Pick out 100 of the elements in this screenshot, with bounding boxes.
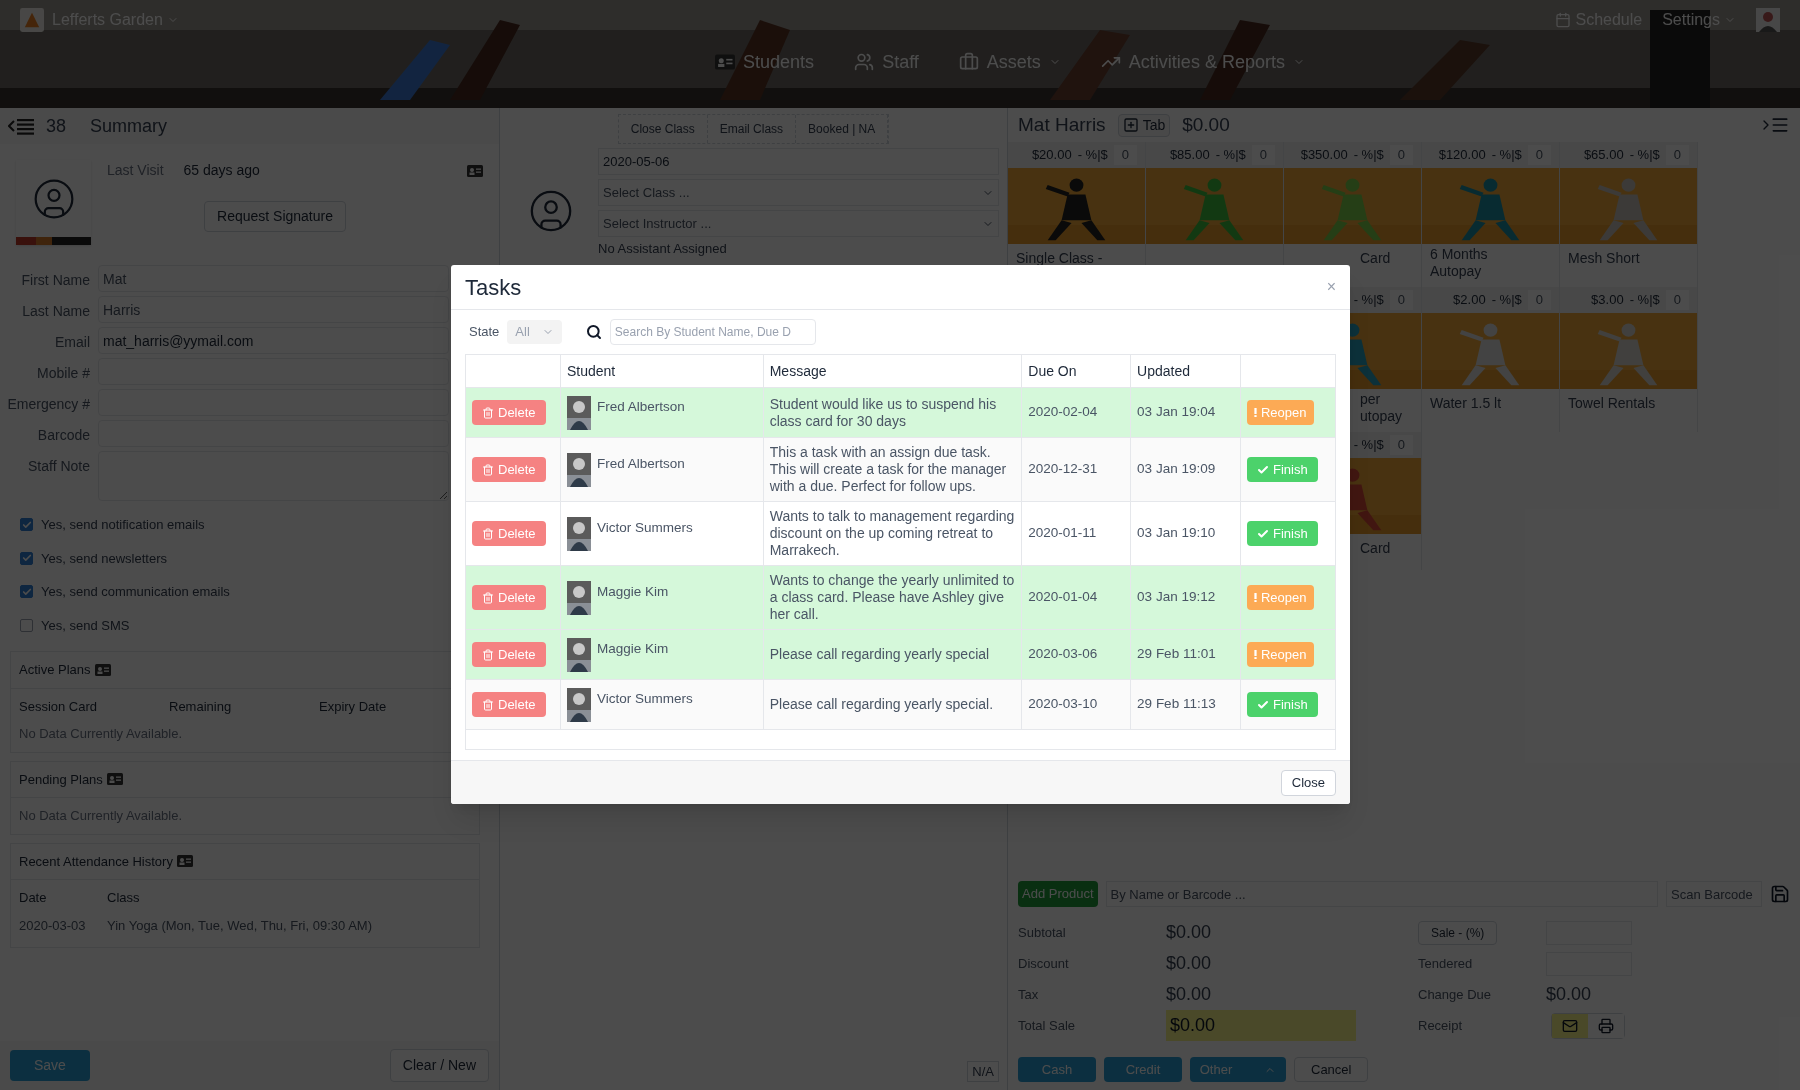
- product-name: Mesh Short: [1568, 250, 1640, 267]
- column-header: Student: [560, 354, 764, 388]
- trash-icon: [482, 463, 494, 476]
- delete-button[interactable]: Delete: [472, 692, 546, 717]
- last-visit-text: 65 days ago: [183, 161, 260, 180]
- student-name: Fred Albertson: [596, 454, 685, 473]
- section-title: Active Plans: [19, 661, 91, 679]
- column-header: Message: [763, 354, 1022, 388]
- trash-icon: [482, 527, 494, 540]
- discount-text: - %|$: [1077, 146, 1108, 165]
- table-cell: Please call regarding yearly special.: [763, 679, 1022, 730]
- price-text: $65.00: [1583, 146, 1624, 165]
- student-name: Fred Albertson: [596, 397, 685, 416]
- table-cell: 2020-02-04: [1021, 387, 1131, 438]
- dialog-title: Tasks: [465, 273, 522, 302]
- exclamation-icon: [1254, 592, 1257, 603]
- section-title: Recent Attendance History: [19, 852, 173, 871]
- column-header: Session Card: [19, 697, 99, 716]
- exclamation-icon: [1254, 407, 1257, 418]
- product-name: Card: [1360, 540, 1391, 557]
- checkbox-label: Yes, send newsletters: [41, 549, 167, 568]
- student-name: Victor Summers: [596, 518, 693, 537]
- table-cell: Wants to change the yearly unlimited to a class card. Please have Ashley give her call.: [763, 565, 1022, 630]
- column-header: Expiry Date: [319, 697, 388, 716]
- check-icon: [1257, 527, 1269, 540]
- product-name: Water 1.5 lt: [1430, 395, 1502, 412]
- checkbox-label: Yes, send communication emails: [41, 583, 230, 601]
- finish-button[interactable]: Finish: [1247, 457, 1318, 482]
- check-icon: [1257, 463, 1269, 476]
- table-cell: Student would like us to suspend his class card for 30 days: [763, 387, 1022, 438]
- reopen-button[interactable]: Reopen: [1247, 585, 1314, 610]
- column-header: Remaining: [169, 697, 233, 716]
- panel-title: Summary: [90, 114, 168, 138]
- column-header: Class: [107, 889, 140, 907]
- table-cell: 2020-12-31: [1021, 437, 1131, 502]
- table-cell: 2020-01-04: [1021, 565, 1131, 630]
- state-select[interactable]: All: [507, 320, 562, 344]
- checkbox-label: Yes, send notification emails: [41, 516, 205, 534]
- change-due-value: $0.00: [1546, 983, 1592, 1006]
- checkbox-label: Yes, send SMS: [41, 616, 130, 635]
- column-header: Updated: [1130, 354, 1241, 388]
- total-value: $0.00: [1166, 921, 1212, 944]
- discount-text: - %|$: [1215, 146, 1246, 165]
- discount-text: - %|$: [1353, 291, 1384, 310]
- discount-text: - %|$: [1491, 146, 1522, 165]
- discount-text: - %|$: [1491, 291, 1522, 310]
- close-dialog-button[interactable]: Close: [1280, 769, 1336, 796]
- delete-button[interactable]: Delete: [472, 585, 546, 610]
- product-name: Single Class -: [1016, 250, 1103, 267]
- check-icon: [1257, 698, 1269, 711]
- search-icon: [585, 324, 602, 340]
- price-text: $85.00: [1169, 146, 1210, 165]
- table-cell: 2020-03-06: [1021, 629, 1131, 680]
- table-cell: 2020-01-11: [1021, 501, 1131, 566]
- table-cell: Wants to talk to management regarding discount on the up coming retreat to Marrakech.: [763, 501, 1022, 566]
- section-title: Pending Plans: [19, 770, 103, 789]
- column-header: Due On: [1021, 354, 1131, 388]
- product-name: 6 Months Autopay: [1430, 246, 1488, 280]
- finish-button[interactable]: Finish: [1247, 521, 1318, 546]
- discount-text: - %|$: [1353, 146, 1384, 165]
- table-cell: 03 Jan 19:12: [1130, 565, 1241, 630]
- delete-button[interactable]: Delete: [472, 457, 546, 482]
- column-header: Date: [19, 889, 48, 907]
- price-text: $2.00: [1453, 291, 1486, 310]
- trash-icon: [482, 406, 494, 419]
- assistant-text: No Assistant Assigned: [598, 241, 728, 256]
- table-cell: Please call regarding yearly special: [763, 629, 1022, 680]
- exclamation-icon: [1254, 649, 1257, 660]
- table-cell: This a task with an assign due task. This will create a task for the manager with a due. Perfect for follow ups.: [763, 437, 1022, 502]
- total-value: $0.00: [1166, 983, 1212, 1006]
- student-name: Victor Summers: [596, 689, 693, 708]
- table-cell: 29 Feb 11:01: [1130, 629, 1241, 680]
- discount-text: - %|$: [1353, 436, 1384, 455]
- student-name: Maggie Kim: [596, 639, 669, 658]
- total-value: $0.00: [1166, 952, 1212, 975]
- product-name: Card: [1360, 250, 1391, 267]
- field-label: State: [469, 323, 500, 342]
- count-text: 38: [46, 114, 67, 138]
- customer-name: Mat Harris: [1018, 112, 1106, 137]
- price-text: $350.00: [1300, 146, 1348, 165]
- delete-button[interactable]: Delete: [472, 521, 546, 546]
- price-text: $3.00: [1591, 291, 1624, 310]
- table-cell: 03 Jan 19:10: [1130, 501, 1241, 566]
- balance-text: $0.00: [1182, 112, 1230, 137]
- price-text: $20.00: [1031, 146, 1072, 165]
- trash-icon: [482, 698, 494, 711]
- product-name: Towel Rentals: [1568, 395, 1656, 412]
- discount-text: - %|$: [1629, 291, 1660, 310]
- delete-button[interactable]: Delete: [472, 400, 546, 425]
- reopen-button[interactable]: Reopen: [1247, 642, 1314, 667]
- table-cell: 29 Feb 11:13: [1130, 679, 1241, 730]
- discount-text: - %|$: [1629, 146, 1660, 165]
- student-name: Maggie Kim: [596, 582, 669, 601]
- search-field[interactable]: Search By Student Name, Due D: [609, 319, 816, 345]
- trash-icon: [482, 648, 494, 661]
- finish-button[interactable]: Finish: [1247, 692, 1318, 717]
- price-text: $120.00: [1438, 146, 1486, 165]
- reopen-button[interactable]: Reopen: [1247, 400, 1314, 425]
- table-cell: 03 Jan 19:04: [1130, 387, 1241, 438]
- delete-button[interactable]: Delete: [472, 642, 546, 667]
